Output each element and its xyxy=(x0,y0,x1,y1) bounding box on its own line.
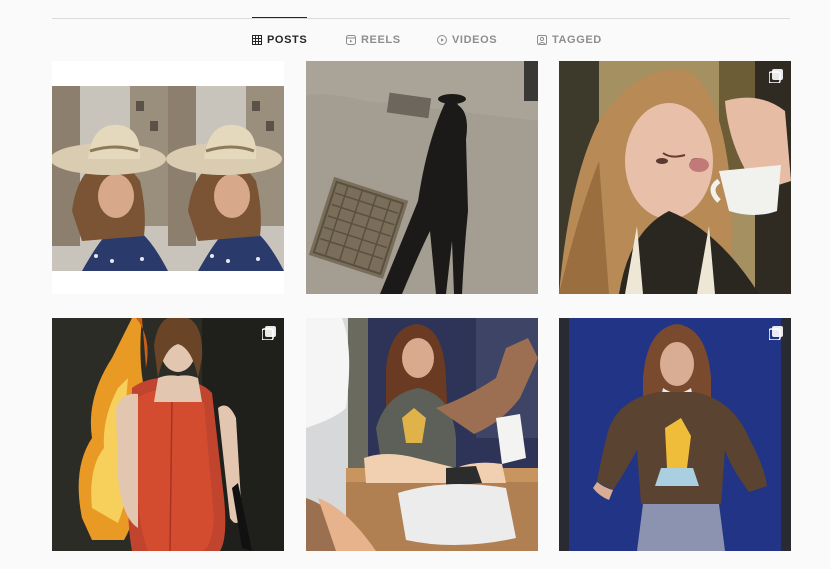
tagged-icon xyxy=(537,35,547,45)
tab-videos[interactable]: VIDEOS xyxy=(437,18,497,62)
post-image-coffee xyxy=(559,61,791,294)
post-image-shadow xyxy=(306,61,538,294)
carousel-icon xyxy=(769,326,783,340)
tab-tagged-label: TAGGED xyxy=(552,34,602,46)
video-icon xyxy=(437,35,447,45)
post-thumbnail[interactable] xyxy=(306,318,538,551)
post-image-bench xyxy=(306,318,538,551)
post-thumbnail[interactable] xyxy=(559,61,791,294)
profile-tabs: POSTS REELS VIDEOS TAGGED xyxy=(0,17,830,62)
post-thumbnail[interactable] xyxy=(306,61,538,294)
post-thumbnail[interactable] xyxy=(52,318,284,551)
tab-reels-label: REELS xyxy=(361,34,401,46)
tab-tagged[interactable]: TAGGED xyxy=(537,18,602,62)
post-thumbnail[interactable] xyxy=(52,61,284,294)
post-image-cowboy-hat xyxy=(52,61,284,294)
tab-reels[interactable]: REELS xyxy=(346,18,401,62)
grid-icon xyxy=(252,35,262,45)
profile-posts-section: POSTS REELS VIDEOS TAGGED xyxy=(0,0,830,569)
post-image-red-dress xyxy=(52,318,284,551)
post-image-sweater xyxy=(559,318,791,551)
tab-videos-label: VIDEOS xyxy=(452,34,498,46)
carousel-icon xyxy=(262,326,276,340)
posts-grid xyxy=(52,61,791,551)
tab-posts[interactable]: POSTS xyxy=(252,17,308,62)
carousel-icon xyxy=(769,69,783,83)
post-thumbnail[interactable] xyxy=(559,318,791,551)
tab-posts-label: POSTS xyxy=(267,34,308,46)
reels-icon xyxy=(346,35,356,45)
